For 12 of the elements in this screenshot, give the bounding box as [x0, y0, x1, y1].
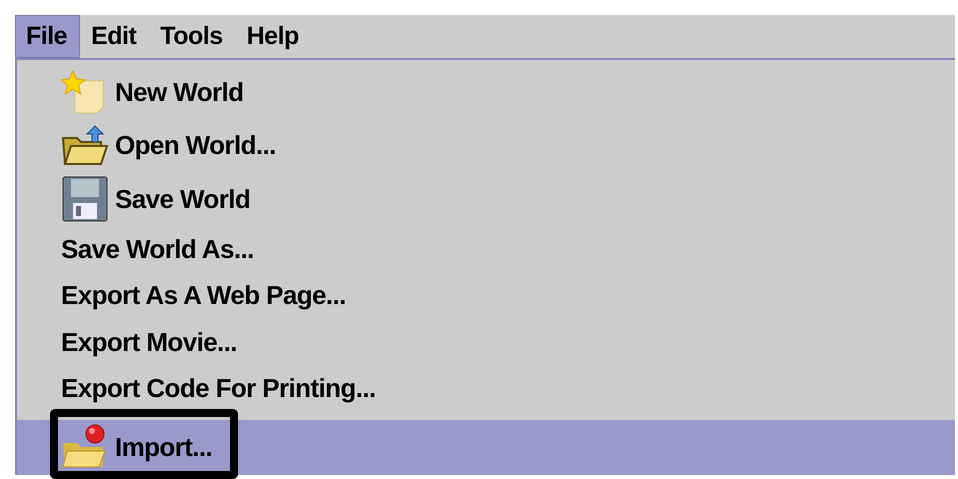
menu-bar-item[interactable]: Tools — [149, 15, 236, 58]
menu-item[interactable]: Export Movie... — [17, 318, 955, 366]
menu-item[interactable]: New World — [17, 66, 955, 120]
menu-bar-item[interactable]: Edit — [80, 15, 150, 58]
menu-item[interactable]: Open World... — [17, 119, 955, 173]
menu-item[interactable]: Save World — [17, 172, 955, 226]
menu-item[interactable]: Save World As... — [17, 226, 955, 272]
menu-item[interactable]: Export Code For Printing... — [17, 365, 955, 412]
menu-item[interactable]: Import... — [17, 420, 955, 475]
menu-item[interactable]: Export As A Web Page... — [17, 272, 955, 319]
menu-bar-item[interactable]: File — [15, 15, 80, 58]
menu-bar-item[interactable]: Help — [236, 15, 312, 58]
